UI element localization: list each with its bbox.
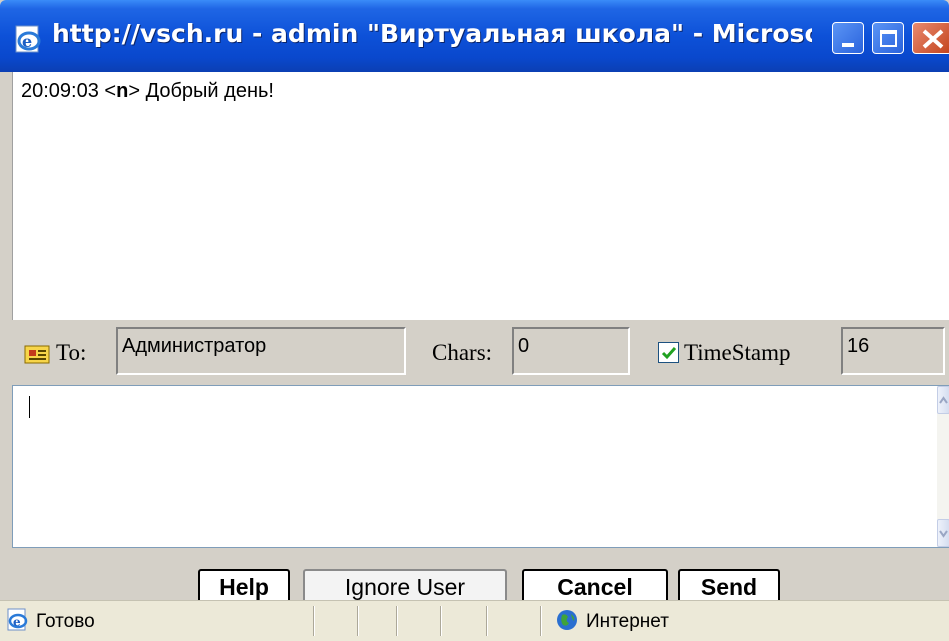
title-bar[interactable]: e http://vsch.ru - admin "Виртуальная шк…: [0, 0, 949, 72]
chars-count-field[interactable]: 0: [512, 327, 630, 375]
status-divider: [357, 606, 359, 636]
timestamp-label: TimeStamp: [684, 340, 791, 365]
button-row: Help Ignore User Cancel Send: [12, 548, 949, 609]
message-user: n: [116, 80, 129, 102]
checkmark-icon: [661, 347, 677, 360]
message-text: Добрый день!: [145, 80, 274, 102]
ie-page-icon: e: [6, 608, 30, 632]
window-title: http://vsch.ru - admin "Виртуальная школ…: [52, 19, 812, 48]
ie-page-icon: e: [13, 24, 45, 56]
status-divider: [396, 606, 398, 636]
globe-icon: [556, 609, 578, 631]
address-card-icon[interactable]: [24, 343, 50, 365]
status-divider: [540, 606, 542, 636]
chat-message: 20:09:03 <n> Добрый день!: [21, 80, 274, 103]
svg-text:e: e: [13, 615, 21, 629]
chars-label: Chars:: [432, 340, 493, 365]
message-user-open: <: [104, 80, 117, 102]
message-log[interactable]: 20:09:03 <n> Добрый день!: [12, 72, 949, 320]
control-row: To: Администратор Chars: 0 TimeStamp 16: [12, 320, 949, 385]
browser-window: e http://vsch.ru - admin "Виртуальная шк…: [0, 0, 949, 641]
scroll-down-icon[interactable]: [937, 519, 949, 547]
status-divider: [440, 606, 442, 636]
timestamp-checkbox[interactable]: [658, 342, 679, 363]
input-scrollbar[interactable]: [937, 386, 949, 547]
recipient-field[interactable]: Администратор: [116, 327, 406, 375]
text-caret: [29, 396, 30, 418]
status-divider: [313, 606, 315, 636]
to-label: To:: [56, 340, 87, 365]
zone-text: Интернет: [586, 611, 669, 632]
status-text: Готово: [36, 611, 95, 632]
font-size-field[interactable]: 16: [841, 327, 945, 375]
status-divider: [486, 606, 488, 636]
message-input[interactable]: [12, 385, 949, 548]
status-bar: e Готово Интернет: [0, 600, 949, 641]
message-time: 20:09:03: [21, 80, 99, 102]
svg-text:e: e: [22, 32, 32, 51]
close-button[interactable]: [912, 22, 949, 54]
maximize-button[interactable]: [872, 22, 904, 54]
scroll-up-icon[interactable]: [937, 386, 949, 414]
message-user-close: >: [128, 80, 141, 102]
minimize-button[interactable]: [832, 22, 864, 54]
